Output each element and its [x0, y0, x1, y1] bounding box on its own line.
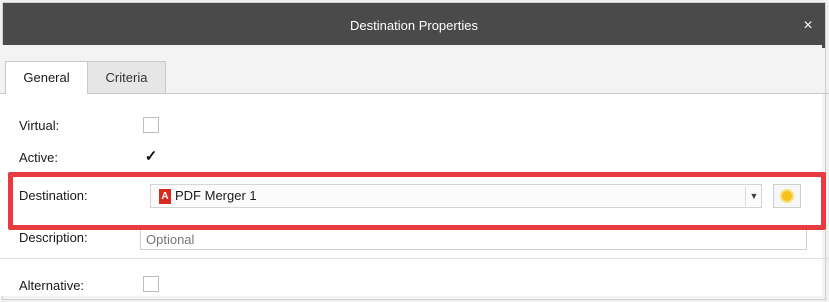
description-label: Description: [19, 230, 88, 245]
destination-settings-button[interactable] [773, 184, 801, 208]
tab-general[interactable]: General [5, 61, 88, 94]
destination-value: PDF Merger 1 [175, 188, 257, 203]
alternative-checkbox[interactable] [143, 276, 159, 292]
virtual-label: Virtual: [19, 118, 60, 133]
destination-select[interactable]: A PDF Merger 1 [150, 184, 762, 208]
virtual-checkbox[interactable] [143, 117, 159, 133]
active-checkbox[interactable]: ✓ [144, 149, 158, 165]
title-bar: Destination Properties × [3, 3, 825, 48]
chevron-down-icon[interactable]: ▼ [745, 187, 762, 206]
field-divider [0, 258, 829, 259]
dialog-title: Destination Properties [350, 18, 478, 33]
pdf-icon: A [159, 189, 171, 204]
alternative-label: Alternative: [19, 278, 85, 293]
gear-icon [782, 191, 792, 201]
description-input[interactable] [140, 228, 807, 250]
active-label: Active: [19, 150, 59, 165]
tab-criteria[interactable]: Criteria [88, 61, 166, 93]
close-icon[interactable]: × [797, 3, 819, 48]
destination-label: Destination: [19, 188, 88, 203]
